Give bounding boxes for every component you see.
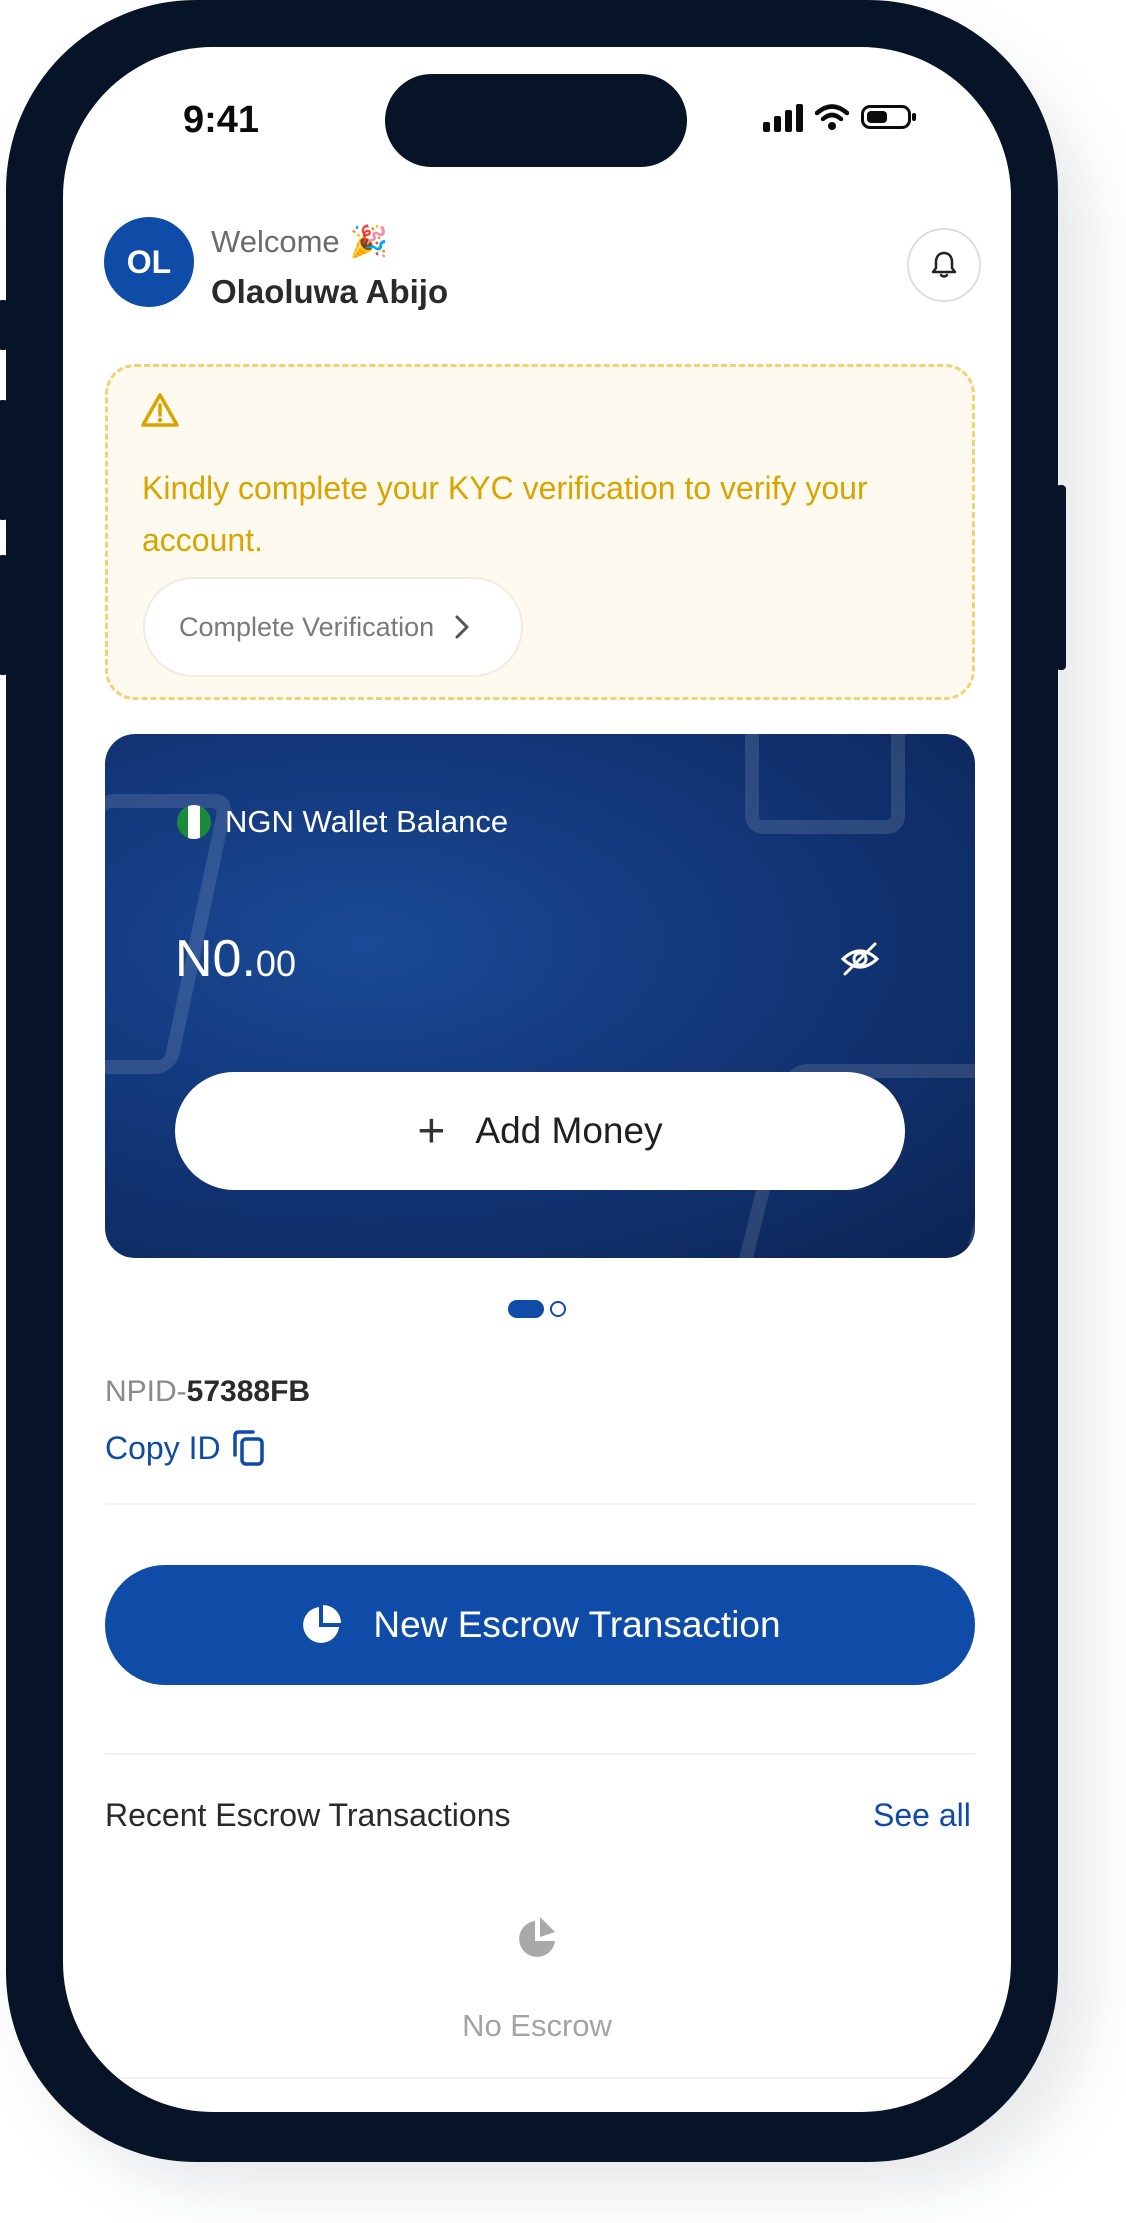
kyc-banner: Kindly complete your KYC verification to… xyxy=(105,364,975,700)
dynamic-island xyxy=(385,74,687,167)
npid-row: NPID-57388FB xyxy=(105,1375,310,1409)
eye-off-icon[interactable] xyxy=(840,941,880,977)
battery-icon xyxy=(861,105,916,129)
recent-transactions-title: Recent Escrow Transactions xyxy=(105,1797,511,1833)
copy-id-label: Copy ID xyxy=(105,1429,221,1466)
welcome-text: Welcome 🎉 xyxy=(211,223,388,260)
plus-icon: + xyxy=(417,1104,446,1158)
power-button xyxy=(1056,485,1066,670)
new-escrow-transaction-label: New Escrow Transaction xyxy=(373,1604,781,1645)
wifi-icon xyxy=(815,104,849,130)
pie-chart-icon xyxy=(303,1605,342,1643)
add-money-label: Add Money xyxy=(475,1110,663,1151)
app-screen: 9:41 OL Welcome 🎉 Olaoluwa Abijo Kindly … xyxy=(63,47,1011,2112)
copy-id-button[interactable]: Copy ID xyxy=(105,1429,265,1467)
warning-icon xyxy=(141,393,179,427)
new-escrow-transaction-button[interactable]: New Escrow Transaction xyxy=(105,1565,975,1685)
divider xyxy=(105,1503,975,1505)
divider xyxy=(105,1753,975,1755)
balance-main: N0. xyxy=(175,930,256,988)
wallet-title-label: NGN Wallet Balance xyxy=(225,804,509,839)
user-name: Olaoluwa Abijo xyxy=(211,273,449,310)
copy-icon xyxy=(232,1430,264,1466)
add-money-button[interactable]: + Add Money xyxy=(175,1072,905,1190)
phone-frame: 9:41 OL Welcome 🎉 Olaoluwa Abijo Kindly … xyxy=(0,0,1066,2162)
party-popper-icon: 🎉 xyxy=(349,224,389,259)
volume-down-button xyxy=(0,555,8,675)
wallet-title: NGN Wallet Balance xyxy=(177,804,508,840)
wallet-balance: N0.00 xyxy=(175,929,296,989)
divider xyxy=(63,2077,1011,2079)
carousel-dot[interactable] xyxy=(550,1301,566,1317)
complete-verification-button[interactable]: Complete Verification xyxy=(143,577,523,677)
wallet-card: NGN Wallet Balance N0.00 + Add Money xyxy=(105,734,975,1258)
carousel-dot-active[interactable] xyxy=(508,1300,544,1318)
kyc-message: Kindly complete your KYC verification to… xyxy=(142,470,868,558)
npid-label: NPID- xyxy=(105,1375,187,1408)
see-all-link[interactable]: See all xyxy=(873,1797,971,1834)
status-icons xyxy=(763,102,916,132)
nigeria-flag-icon xyxy=(177,805,211,839)
chevron-right-icon xyxy=(455,615,469,639)
welcome-label: Welcome xyxy=(211,224,340,259)
silent-switch xyxy=(0,300,8,350)
empty-escrow-icon xyxy=(519,1917,555,1957)
avatar[interactable]: OL xyxy=(104,217,194,307)
bell-icon xyxy=(931,251,957,278)
volume-up-button xyxy=(0,400,8,520)
cellular-signal-icon xyxy=(763,102,803,132)
status-time: 9:41 xyxy=(183,99,260,141)
npid-value: 57388FB xyxy=(186,1375,311,1408)
complete-verification-label: Complete Verification xyxy=(179,611,435,642)
empty-state-text: No Escrow xyxy=(462,2008,612,2043)
card-decoration xyxy=(745,734,905,834)
notification-button[interactable] xyxy=(907,228,981,302)
balance-decimal: 00 xyxy=(255,943,296,984)
carousel-indicator xyxy=(508,1300,566,1318)
